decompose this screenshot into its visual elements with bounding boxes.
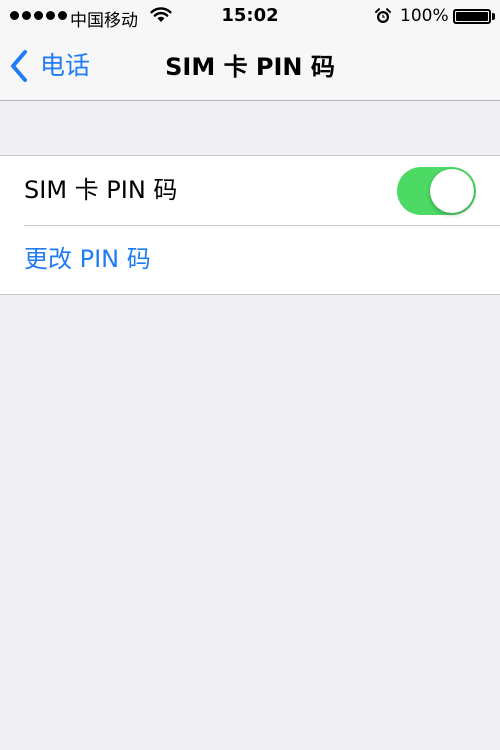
top-bar: 中国移动 15:02 100% 电话 SIM 卡 PIN 码 [0, 0, 500, 101]
settings-group: SIM 卡 PIN 码 更改 PIN 码 [0, 155, 500, 295]
battery-tip [492, 13, 495, 20]
status-bar: 中国移动 15:02 100% [0, 0, 500, 34]
battery-icon [453, 9, 491, 24]
toggle-knob [430, 169, 474, 213]
navigation-bar: 电话 SIM 卡 PIN 码 [0, 34, 500, 100]
sim-pin-toggle[interactable] [397, 167, 476, 215]
page-title: SIM 卡 PIN 码 [165, 53, 335, 81]
change-pin-row[interactable]: 更改 PIN 码 [0, 225, 500, 294]
battery-percentage: 100% [400, 6, 449, 26]
sim-pin-row: SIM 卡 PIN 码 [0, 156, 500, 225]
alarm-clock-icon [375, 8, 391, 23]
change-pin-link[interactable]: 更改 PIN 码 [24, 225, 151, 294]
sim-pin-label: SIM 卡 PIN 码 [24, 176, 178, 204]
